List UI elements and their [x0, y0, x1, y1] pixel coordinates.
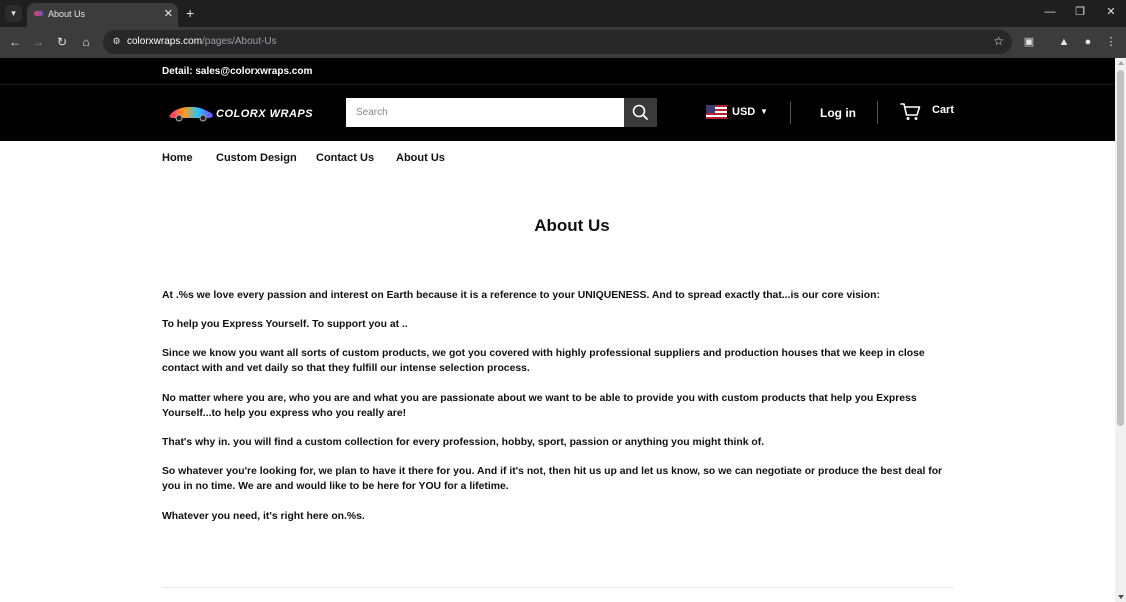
arrow-right-icon[interactable]: →	[30, 34, 46, 50]
kebab-menu-icon[interactable]: ⋮	[1103, 34, 1119, 50]
paragraph: Whatever you need, it's right here on.%s…	[162, 511, 365, 522]
address-bar[interactable]: ⚙ colorxwraps.com/pages/About-Us ☆	[103, 30, 1012, 54]
page-scrollbar[interactable]	[1115, 58, 1126, 602]
scroll-down-arrow-icon[interactable]	[1118, 595, 1124, 599]
flask-icon[interactable]: ▲	[1056, 34, 1072, 50]
cart-icon[interactable]	[900, 102, 921, 121]
login-link[interactable]: Log in	[820, 106, 856, 120]
chevron-down-icon[interactable]: ▼	[760, 107, 768, 116]
favicon-icon	[34, 11, 43, 16]
scroll-up-arrow-icon[interactable]	[1118, 61, 1124, 65]
page-title: About Us	[534, 216, 610, 235]
paragraph: At .%s we love every passion and interes…	[162, 290, 880, 301]
tune-icon[interactable]: ⚙	[110, 35, 123, 48]
search-icon	[632, 104, 648, 120]
tab-title: About Us	[48, 9, 86, 19]
reload-icon[interactable]: ↻	[54, 34, 70, 50]
close-icon[interactable]: ✕	[164, 7, 173, 21]
paragraph: No matter where you are, who you are and…	[162, 393, 917, 419]
browser-tab-strip: ▾ About Us ✕ + — ❐ ✕	[0, 0, 1126, 27]
page-viewport: Detail: sales@colorxwraps.com COLORX WRA…	[0, 58, 1115, 602]
scroll-thumb[interactable]	[1117, 70, 1124, 426]
logo-wordmark: COLORX WRAPS	[216, 108, 314, 120]
nav-item-contact-us[interactable]: Contact Us	[316, 152, 374, 164]
site-logo[interactable]: COLORX WRAPS	[167, 102, 317, 124]
us-flag-icon	[706, 105, 727, 119]
search-button[interactable]	[624, 98, 657, 127]
puzzle-icon[interactable]: ▣	[1021, 34, 1037, 50]
paragraph: Since we know you want all sorts of cust…	[162, 348, 925, 374]
star-icon[interactable]: ☆	[993, 34, 1004, 49]
paragraph: So whatever you're looking for, we plan …	[162, 466, 943, 492]
main-navigation: Home Custom Design Contact Us About Us	[0, 141, 1115, 176]
nav-item-home[interactable]: Home	[162, 152, 193, 164]
arrow-left-icon[interactable]: ←	[7, 34, 23, 50]
header-divider	[790, 101, 791, 124]
person-icon[interactable]: ●	[1080, 34, 1096, 50]
announcement-bar: Detail: sales@colorxwraps.com	[0, 58, 1115, 85]
cart-link[interactable]: Cart	[932, 104, 954, 116]
site-header: COLORX WRAPS USD ▼ Log in	[0, 85, 1115, 141]
footer-divider	[162, 587, 954, 588]
nav-item-about-us[interactable]: About Us	[396, 152, 445, 164]
car-logo-icon	[169, 106, 213, 122]
chevron-down-icon[interactable]: ▾	[5, 5, 22, 22]
paragraph: To help you Express Yourself. To support…	[162, 319, 408, 330]
restore-icon[interactable]: ❐	[1071, 4, 1089, 20]
plus-icon[interactable]: +	[186, 5, 194, 21]
home-icon[interactable]: ⌂	[78, 34, 94, 50]
search-box	[346, 98, 625, 127]
currency-selector[interactable]: USD	[732, 106, 755, 118]
minimize-icon[interactable]: —	[1041, 4, 1059, 20]
nav-item-custom-design[interactable]: Custom Design	[216, 152, 297, 164]
close-window-icon[interactable]: ✕	[1102, 4, 1120, 20]
browser-tab[interactable]: About Us ✕	[27, 3, 178, 27]
search-input[interactable]	[346, 98, 625, 127]
paragraph: That's why in. you will find a custom co…	[162, 437, 765, 448]
url-text[interactable]: colorxwraps.com/pages/About-Us	[127, 36, 277, 47]
contact-detail: Detail: sales@colorxwraps.com	[162, 66, 313, 77]
header-divider	[877, 101, 878, 124]
browser-toolbar: ← → ↻ ⌂ ⚙ colorxwraps.com/pages/About-Us…	[0, 27, 1126, 58]
